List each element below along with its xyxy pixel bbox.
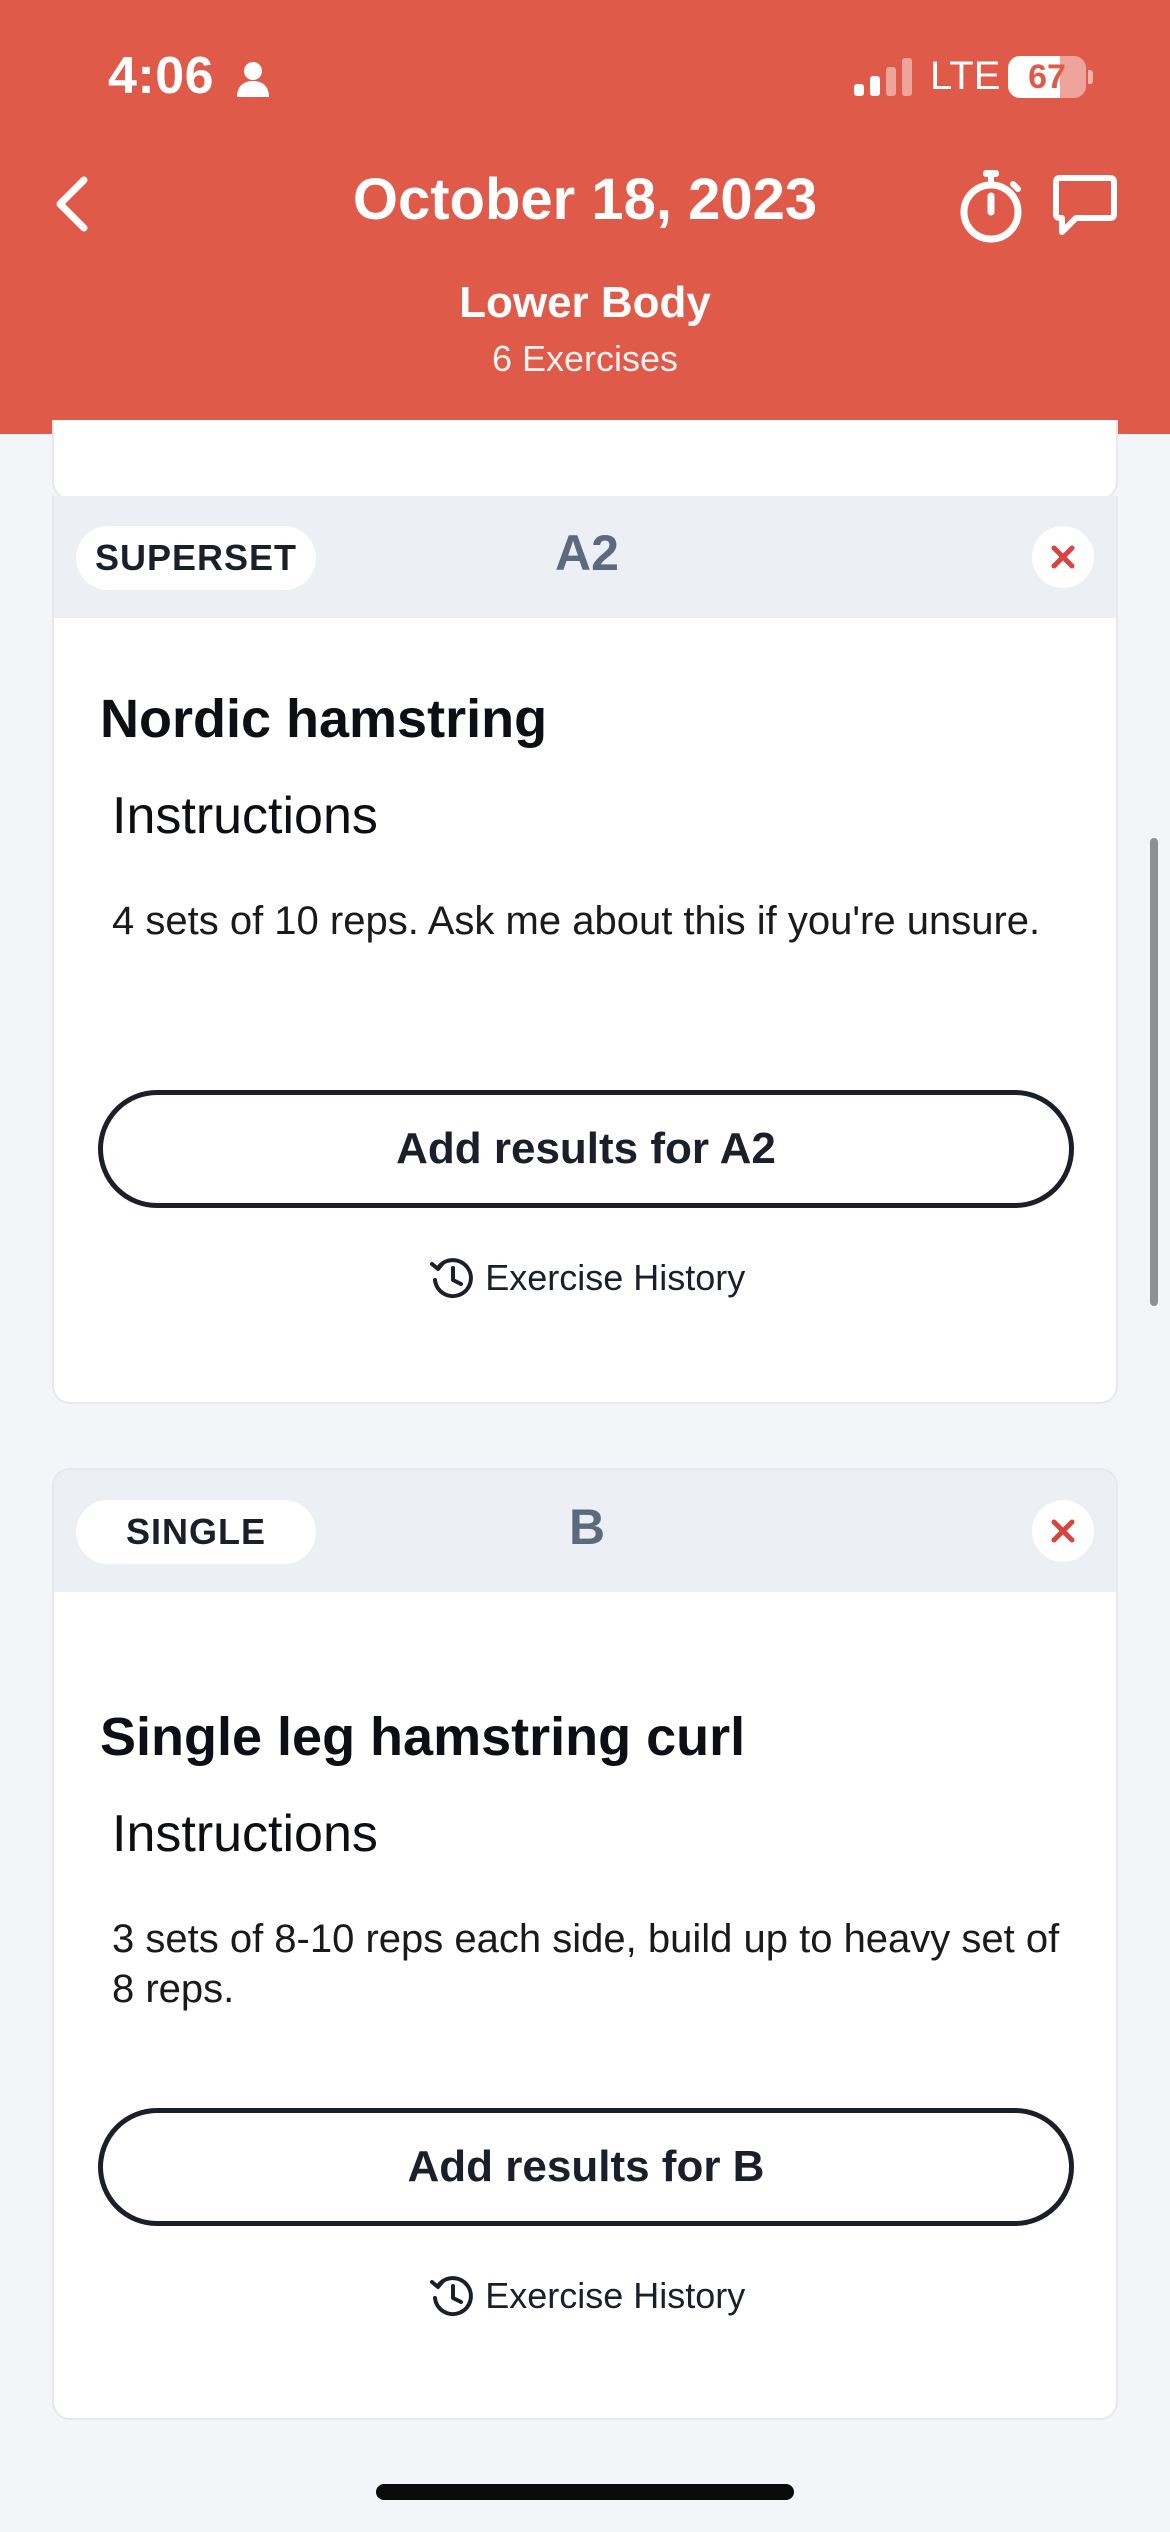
exercise-history-link[interactable]: Exercise History bbox=[54, 1254, 1116, 1310]
stopwatch-icon[interactable] bbox=[956, 168, 1026, 244]
status-bar: 4:06 LTE 67 bbox=[0, 0, 1170, 150]
scrollbar[interactable] bbox=[1150, 838, 1158, 1306]
close-icon bbox=[1051, 545, 1075, 569]
exercise-card: SUPERSET A2 Nordic hamstring Instruction… bbox=[52, 496, 1118, 1404]
remove-exercise-button[interactable] bbox=[1032, 526, 1094, 588]
status-time: 4:06 bbox=[108, 47, 215, 105]
add-results-button[interactable]: Add results for A2 bbox=[98, 1090, 1074, 1208]
remove-exercise-button[interactable] bbox=[1032, 1500, 1094, 1562]
exercise-group-label: B bbox=[568, 1499, 606, 1555]
exercise-name: Nordic hamstring bbox=[100, 689, 548, 749]
battery-icon: 67 bbox=[1008, 56, 1093, 98]
instructions-text: 4 sets of 10 reps. Ask me about this if … bbox=[112, 899, 1041, 943]
instructions-text: 3 sets of 8-10 reps each side, build up … bbox=[112, 1917, 1060, 2011]
home-indicator[interactable] bbox=[376, 2484, 794, 2500]
close-icon bbox=[1051, 1519, 1075, 1543]
exercise-history-label: Exercise History bbox=[485, 1257, 746, 1298]
exercise-count: 6 Exercises bbox=[491, 338, 679, 379]
exercise-history-label: Exercise History bbox=[485, 2275, 746, 2316]
chat-icon[interactable] bbox=[1052, 172, 1118, 238]
instructions-heading: Instructions bbox=[112, 787, 378, 845]
history-icon bbox=[429, 2276, 473, 2317]
person-icon bbox=[237, 62, 269, 97]
card-header: SUPERSET A2 bbox=[54, 496, 1116, 618]
workout-header: 4:06 LTE 67 October 18, 2023 Lower Body … bbox=[0, 0, 1170, 434]
exercise-name: Single leg hamstring curl bbox=[100, 1707, 746, 1767]
exercise-group-label: A2 bbox=[555, 525, 619, 581]
cellular-signal-icon bbox=[854, 58, 912, 96]
history-icon bbox=[429, 1258, 473, 1299]
workout-name: Lower Body bbox=[459, 278, 711, 327]
exercise-card: SINGLE B Single leg hamstring curl Instr… bbox=[52, 1468, 1118, 2420]
add-results-button[interactable]: Add results for B bbox=[98, 2108, 1074, 2226]
network-type: LTE bbox=[930, 54, 1001, 98]
instructions-heading: Instructions bbox=[112, 1805, 378, 1863]
previous-card-edge bbox=[52, 420, 1118, 500]
battery-level: 67 bbox=[1028, 58, 1066, 96]
exercise-history-link[interactable]: Exercise History bbox=[54, 2272, 1116, 2328]
card-header: SINGLE B bbox=[54, 1470, 1116, 1592]
